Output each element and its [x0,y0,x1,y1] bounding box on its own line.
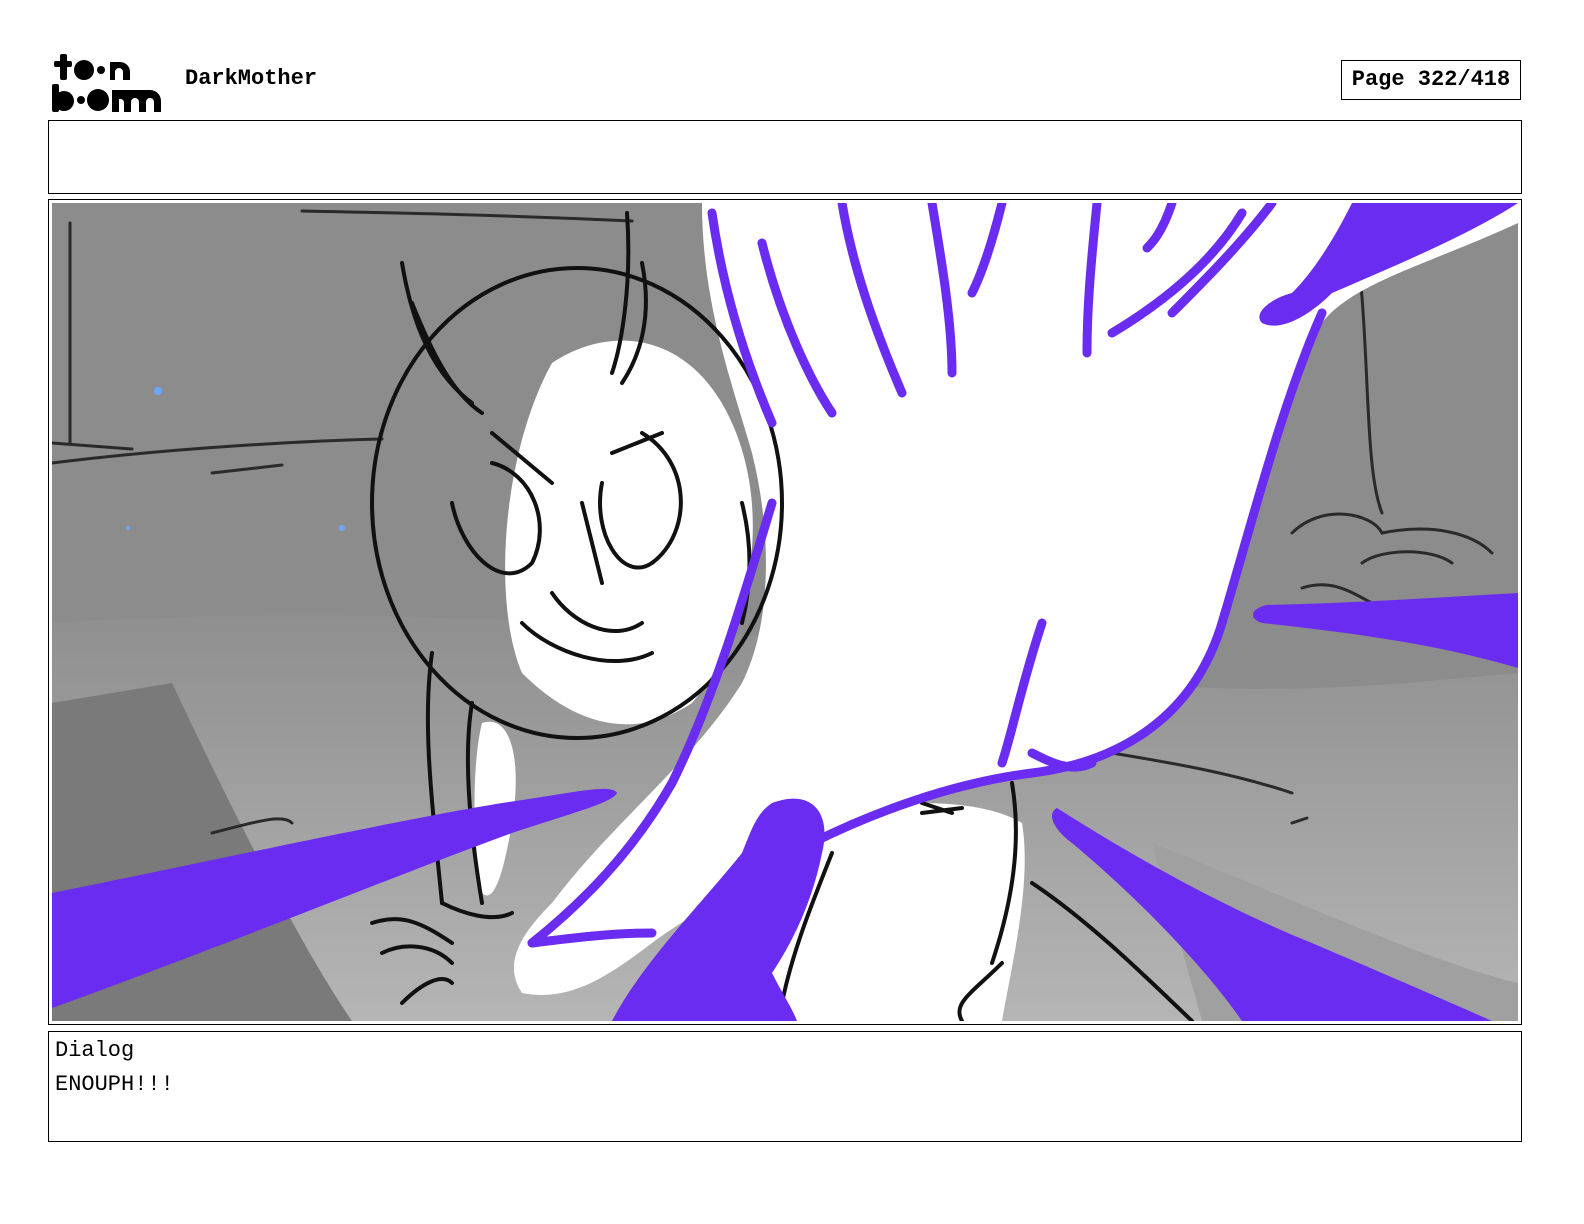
dialog-text: ENOUPH!!! [55,1072,174,1097]
project-title: DarkMother [185,66,318,91]
page-number: Page 322/418 [1341,60,1521,100]
toon-boom-logo [52,54,161,112]
notes-box [48,120,1522,194]
dialog-label: Dialog [55,1038,135,1063]
storyboard-panel-image [52,203,1518,1021]
dialog-box: Dialog ENOUPH!!! [48,1031,1522,1142]
